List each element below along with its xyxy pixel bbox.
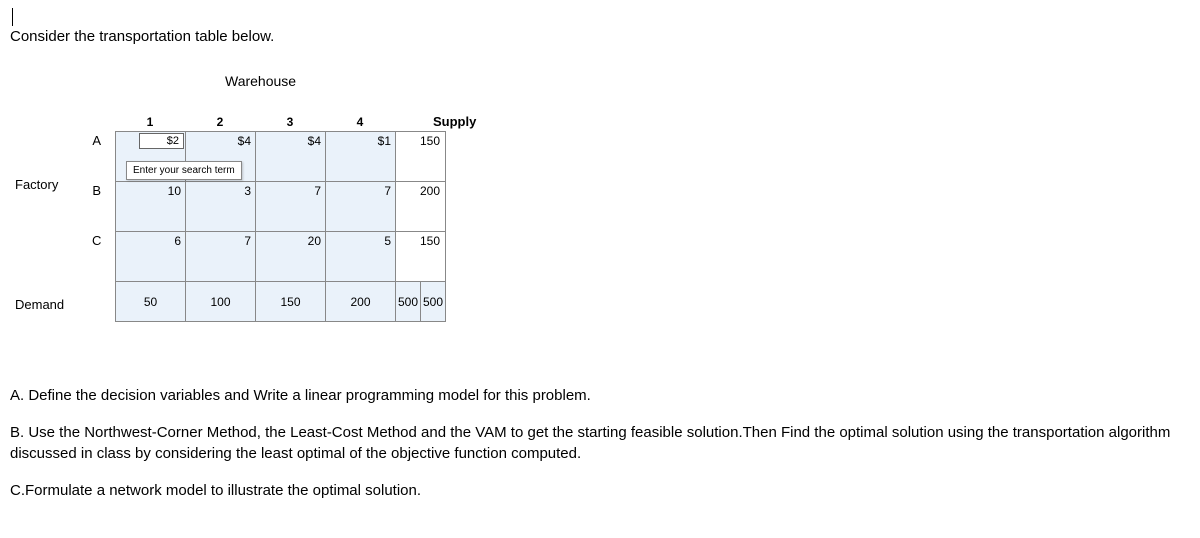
cost-b2: 3	[244, 184, 251, 198]
row-b: 10 3 7 7 200	[116, 182, 446, 232]
supply-a: 150	[396, 132, 446, 182]
cost-b4: 7	[384, 184, 391, 198]
cell-a4: $1	[326, 132, 396, 182]
questions-block: A. Define the decision variables and Wri…	[10, 385, 1190, 501]
total-supply: 500	[421, 282, 445, 321]
row-label-a: A	[92, 133, 101, 183]
col-header-2: 2	[185, 115, 255, 129]
question-c: C.Formulate a network model to illustrat…	[10, 480, 1190, 501]
demand-4: 200	[326, 282, 396, 322]
cost-a1: $2	[139, 133, 184, 149]
total-demand: 500	[396, 282, 421, 321]
cost-c1: 6	[174, 234, 181, 248]
cell-a3: $4	[256, 132, 326, 182]
row-label-c: C	[92, 233, 101, 283]
cell-b4: 7	[326, 182, 396, 232]
demand-1: 50	[116, 282, 186, 322]
transportation-table: Warehouse Factory Demand Supply A B C 1 …	[10, 65, 1190, 345]
cost-c3: 20	[308, 234, 321, 248]
cost-grid: $2 $4 $4 $1 150 10 3 7 7 200 6 7 20 5 15…	[115, 131, 446, 322]
row-label-b: B	[92, 183, 101, 233]
cost-a4: $1	[378, 134, 391, 148]
cost-a2: $4	[238, 134, 251, 148]
cell-c1: 6	[116, 232, 186, 282]
row-labels: A B C	[92, 133, 101, 283]
totals-cell: 500 500	[396, 282, 446, 322]
cost-c2: 7	[244, 234, 251, 248]
cell-c2: 7	[186, 232, 256, 282]
cell-c3: 20	[256, 232, 326, 282]
column-headers: 1 2 3 4	[115, 115, 395, 129]
col-header-3: 3	[255, 115, 325, 129]
question-b: B. Use the Northwest-Corner Method, the …	[10, 422, 1190, 464]
factory-label: Factory	[15, 177, 58, 192]
cell-b2: 3	[186, 182, 256, 232]
supply-c: 150	[396, 232, 446, 282]
cost-a3: $4	[308, 134, 321, 148]
demand-2: 100	[186, 282, 256, 322]
col-header-4: 4	[325, 115, 395, 129]
demand-row: 50 100 150 200 500 500	[116, 282, 446, 322]
supply-b: 200	[396, 182, 446, 232]
supply-header: Supply	[433, 114, 476, 129]
cell-c4: 5	[326, 232, 396, 282]
cost-b1: 10	[168, 184, 181, 198]
cell-b3: 7	[256, 182, 326, 232]
cost-b3: 7	[314, 184, 321, 198]
search-tooltip: Enter your search term	[126, 161, 242, 180]
warehouse-label: Warehouse	[225, 73, 296, 89]
intro-text: Consider the transportation table below.	[10, 28, 1190, 45]
row-c: 6 7 20 5 150	[116, 232, 446, 282]
cost-c4: 5	[384, 234, 391, 248]
demand-label: Demand	[15, 297, 64, 312]
text-cursor	[12, 8, 13, 26]
col-header-1: 1	[115, 115, 185, 129]
question-a: A. Define the decision variables and Wri…	[10, 385, 1190, 406]
cell-b1: 10	[116, 182, 186, 232]
demand-3: 150	[256, 282, 326, 322]
